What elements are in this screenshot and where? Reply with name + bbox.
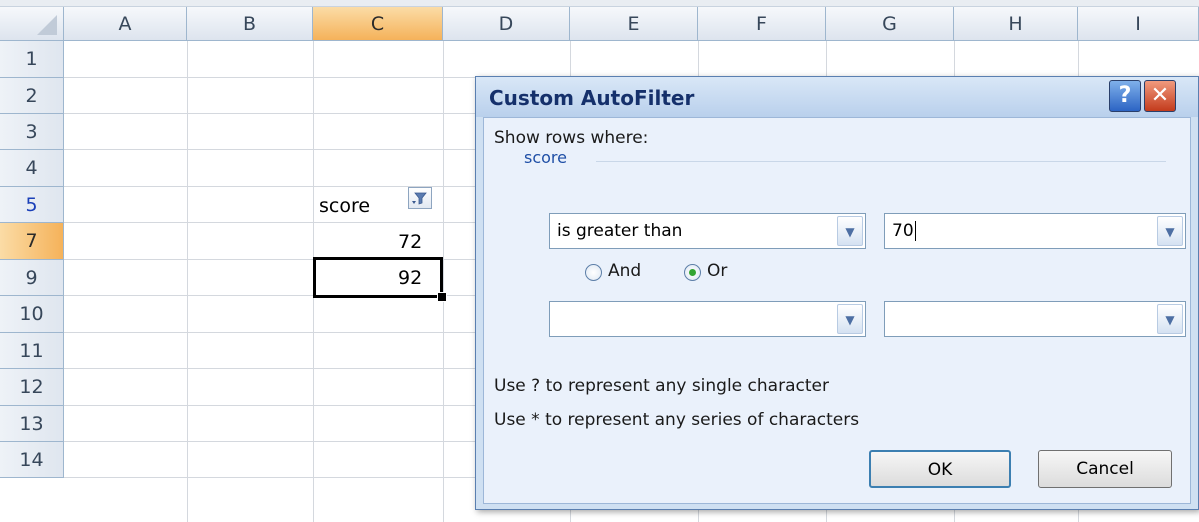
row-header-12[interactable]: 12 xyxy=(0,369,64,406)
row-header-1[interactable]: 1 xyxy=(0,41,64,78)
chevron-down-icon[interactable]: ▼ xyxy=(837,304,863,334)
formula-bar-edge xyxy=(0,0,1199,7)
chevron-down-icon[interactable]: ▼ xyxy=(1157,304,1183,334)
close-button[interactable]: ✕ xyxy=(1144,80,1176,112)
dialog-title: Custom AutoFilter xyxy=(489,86,695,110)
chevron-down-icon[interactable]: ▼ xyxy=(837,216,863,246)
condition1-value-input[interactable]: 70 ▼ xyxy=(884,213,1186,249)
active-cell-border xyxy=(313,257,443,298)
condition1-operator-value: is greater than xyxy=(557,221,683,241)
cancel-button[interactable]: Cancel xyxy=(1038,450,1172,488)
chevron-down-icon[interactable]: ▼ xyxy=(1157,216,1183,246)
custom-autofilter-dialog: Custom AutoFilter ? ✕ Show rows where: s… xyxy=(475,76,1199,510)
and-label[interactable]: And xyxy=(608,261,641,281)
or-radio[interactable] xyxy=(684,264,701,281)
cell-c4-score-header[interactable]: score xyxy=(319,195,370,217)
wildcard-hint-asterisk: Use * to represent any series of charact… xyxy=(494,410,860,430)
condition1-value-text: 70 xyxy=(892,221,916,241)
row-header-3[interactable]: 3 xyxy=(0,114,64,150)
column-header-h[interactable]: H xyxy=(954,7,1078,41)
condition2-operator-select[interactable]: ▼ xyxy=(549,301,866,337)
filter-funnel-icon[interactable] xyxy=(408,187,432,209)
cell-c5[interactable]: 72 xyxy=(398,231,422,253)
help-button[interactable]: ? xyxy=(1109,80,1141,112)
row-header-5[interactable]: 5 xyxy=(0,187,64,223)
dialog-body: Show rows where: score is greater than ▼… xyxy=(483,117,1191,504)
condition1-operator-select[interactable]: is greater than ▼ xyxy=(549,213,866,249)
group-divider xyxy=(596,161,1166,162)
field-group-label: score xyxy=(524,148,567,167)
column-header-f[interactable]: F xyxy=(698,7,826,41)
row-header-10[interactable]: 10 xyxy=(0,296,64,333)
column-header-a[interactable]: A xyxy=(64,7,187,41)
column-header-b[interactable]: B xyxy=(187,7,313,41)
row-header-7[interactable]: 7 xyxy=(0,223,64,260)
column-header-i[interactable]: I xyxy=(1078,7,1199,41)
column-header-e[interactable]: E xyxy=(570,7,698,41)
column-header-g[interactable]: G xyxy=(826,7,954,41)
column-header-d[interactable]: D xyxy=(443,7,570,41)
row-header-2[interactable]: 2 xyxy=(0,78,64,114)
show-rows-label: Show rows where: xyxy=(494,128,649,148)
fill-handle[interactable] xyxy=(437,292,447,302)
or-label[interactable]: Or xyxy=(707,261,727,281)
row-header-4[interactable]: 4 xyxy=(0,150,64,187)
row-header-11[interactable]: 11 xyxy=(0,333,64,369)
row-header-13[interactable]: 13 xyxy=(0,406,64,442)
dialog-title-bar[interactable]: Custom AutoFilter ? ✕ xyxy=(476,77,1198,117)
condition2-value-input[interactable]: ▼ xyxy=(884,301,1186,337)
ok-button[interactable]: OK xyxy=(869,450,1011,488)
row-header-14[interactable]: 14 xyxy=(0,442,64,478)
and-radio[interactable] xyxy=(585,264,602,281)
select-all-button[interactable] xyxy=(0,7,64,41)
wildcard-hint-question: Use ? to represent any single character xyxy=(494,376,829,396)
column-header-c[interactable]: C xyxy=(313,7,443,41)
row-header-9[interactable]: 9 xyxy=(0,260,64,296)
